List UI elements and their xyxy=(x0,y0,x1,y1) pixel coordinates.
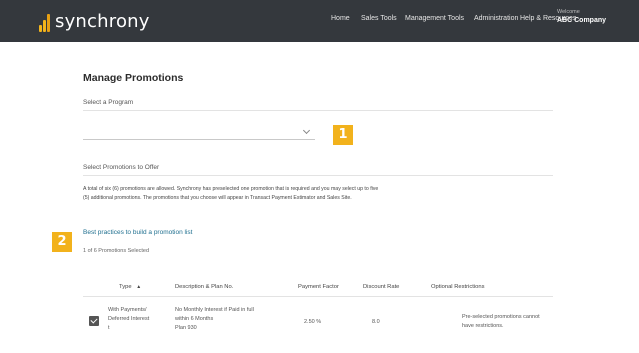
divider xyxy=(83,296,553,297)
type-line: t xyxy=(108,325,110,331)
sort-arrow-icon: ▲ xyxy=(136,284,142,290)
selected-count: 1 of 6 Promotions Selected xyxy=(83,248,150,254)
type-line: With Payments/ xyxy=(108,307,147,313)
program-label: Select a Program xyxy=(83,99,134,106)
page-title: Manage Promotions xyxy=(83,72,184,84)
divider xyxy=(83,175,553,176)
chevron-down-icon xyxy=(302,126,311,135)
callout-badge-2: 2 xyxy=(52,232,72,252)
description-line-1: A total of six (6) promotions are allowe… xyxy=(83,186,379,192)
promotion-checkbox[interactable] xyxy=(89,316,99,326)
row-description: No Monthly Interest if Paid in full with… xyxy=(175,306,254,333)
nav-sales-tools[interactable]: Sales Tools xyxy=(361,15,397,27)
row-discount-rate: 8.0 xyxy=(372,319,380,325)
row-restrictions: Pre-selected promotions cannot have rest… xyxy=(462,313,540,331)
column-header-label: Type xyxy=(119,284,132,290)
row-type: With Payments/ Deferred Interest t xyxy=(108,306,149,333)
column-header-payment-factor[interactable]: Payment Factor xyxy=(298,284,339,290)
restriction-line: Pre-selected promotions cannot xyxy=(462,314,540,320)
column-header-type[interactable]: Type ▲ xyxy=(119,284,141,290)
nav-administration[interactable]: Administration xyxy=(474,15,518,27)
column-header-discount-rate[interactable]: Discount Rate xyxy=(363,284,399,290)
callout-badge-1: 1 xyxy=(333,125,353,145)
synchrony-logo-icon xyxy=(39,10,53,32)
best-practices-link[interactable]: Best practices to build a promotion list xyxy=(83,229,192,236)
nav-home[interactable]: Home xyxy=(331,15,350,27)
restriction-line: have restrictions. xyxy=(462,323,504,329)
nav-management-tools[interactable]: Management Tools xyxy=(405,15,464,27)
nav-help-resources-visible[interactable]: Help & Resources xyxy=(520,15,576,27)
divider xyxy=(83,110,553,111)
logo-text[interactable]: synchrony xyxy=(55,11,150,32)
row-payment-factor: 2.50 % xyxy=(304,319,322,325)
description-line: within 6 Months xyxy=(175,316,214,322)
program-select[interactable] xyxy=(83,124,315,140)
description-line: No Monthly Interest if Paid in full xyxy=(175,307,254,313)
offer-label: Select Promotions to Offer xyxy=(83,164,160,171)
description-line: Plan 930 xyxy=(175,325,197,331)
column-header-description[interactable]: Description & Plan No. xyxy=(175,284,233,290)
promotion-description: A total of six (6) promotions are allowe… xyxy=(83,185,553,203)
type-line: Deferred Interest xyxy=(108,316,150,322)
description-line-2: (5) additional promotions. The promotion… xyxy=(83,195,352,201)
column-header-optional-restrictions: Optional Restrictions xyxy=(431,284,485,290)
